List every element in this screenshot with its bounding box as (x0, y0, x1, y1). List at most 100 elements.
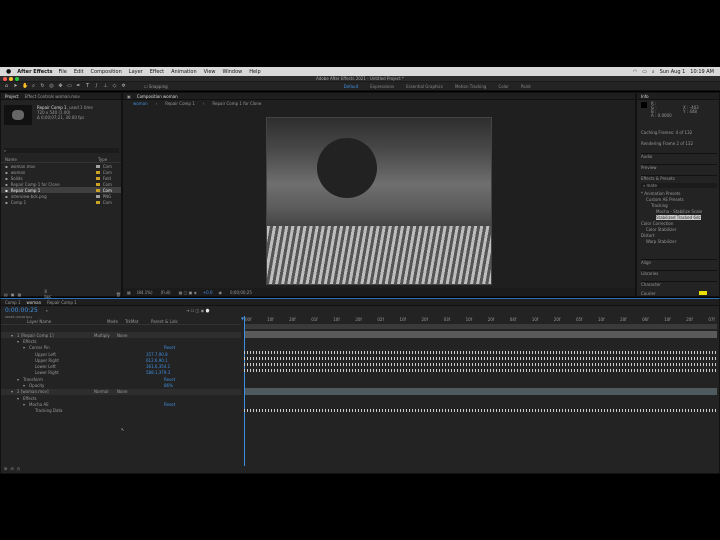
layer-mode[interactable]: Multiply (94, 333, 114, 338)
label-color-swatch[interactable] (95, 182, 100, 186)
disclosure-icon[interactable]: ▾ (23, 383, 26, 388)
layer-2-duration-bar[interactable] (245, 388, 717, 395)
column-mode[interactable]: Mode (107, 319, 125, 324)
column-type[interactable]: Type (98, 157, 107, 162)
disclosure-icon[interactable]: ▾ (11, 389, 14, 394)
column-layer-name[interactable]: Layer Name (27, 319, 107, 324)
type-tool-icon[interactable]: T (85, 83, 90, 89)
selection-tool-icon[interactable]: ➤ (13, 83, 18, 89)
character-panel-header[interactable]: Character (641, 281, 717, 287)
flow-repair-comp-1-for-clone[interactable]: Repair Comp 1 for Clone (212, 101, 261, 106)
menu-composition[interactable]: Composition (91, 69, 122, 75)
keyframe-track-upper-left[interactable] (244, 351, 717, 354)
project-item[interactable]: ▪ woman.mov Com (1, 163, 121, 169)
brush-tool-icon[interactable]: / (94, 83, 99, 89)
app-menu[interactable]: After Effects (17, 69, 52, 75)
preview-panel-header[interactable]: Preview (641, 164, 717, 170)
label-color-swatch[interactable] (95, 176, 100, 180)
zoom-dropdown[interactable]: (84.1%) (137, 290, 153, 295)
workspace-essential-graphics[interactable]: Essential Graphics (406, 84, 443, 89)
hand-tool-icon[interactable]: ✋ (22, 83, 28, 89)
timeline-tab-woman[interactable]: woman (27, 300, 42, 305)
tab-info[interactable]: Info (641, 94, 649, 99)
property-value[interactable]: 361.6,354.1 (146, 364, 170, 369)
home-icon[interactable]: ⌂ (4, 83, 9, 89)
time-ruler[interactable]: 00f 10f 20f 01f 10f 20f 02f 10f 20f 03f 10f 20f 04f 1… (245, 316, 715, 322)
project-item[interactable]: ▪ interview-bck.png PNG (1, 193, 121, 199)
layer-mode[interactable]: Normal (94, 389, 114, 394)
column-trkmat[interactable]: TrkMat (125, 319, 151, 324)
region-icon[interactable]: ▦ ▢ ▣ ◈ (179, 290, 197, 295)
new-folder-icon[interactable]: ▣ (11, 292, 15, 297)
eraser-tool-icon[interactable]: ◇ (112, 83, 117, 89)
toggle-modes-icon[interactable]: ⊟ (10, 466, 13, 471)
clone-tool-icon[interactable]: ⊥ (103, 83, 108, 89)
timeline-search-icon[interactable]: ⌕ (46, 308, 48, 313)
menu-view[interactable]: View (204, 69, 216, 75)
effects-search-input[interactable]: ⌕ mate (641, 183, 717, 188)
quality-dropdown[interactable]: (Full) (161, 290, 171, 295)
project-item[interactable]: ▪ woman Com (1, 169, 121, 175)
workspace-motion-tracking[interactable]: Motion Tracking (455, 84, 486, 89)
composition-lock-icon[interactable]: ▣ (127, 94, 131, 99)
menu-file[interactable]: File (58, 69, 66, 75)
timeline-tab-repair-comp-1[interactable]: Repair Comp 1 (47, 300, 77, 305)
label-color-swatch[interactable] (95, 194, 100, 198)
composition-viewer[interactable] (266, 117, 492, 285)
audio-panel-header[interactable]: Audio (641, 153, 717, 159)
keyframe-track-lower-left[interactable] (244, 363, 717, 366)
disclosure-icon[interactable]: ▾ (11, 333, 14, 338)
trash-icon[interactable]: 🗑 (116, 292, 121, 297)
render-time-icon[interactable]: ◴ (17, 466, 21, 471)
fill-color-swatch[interactable] (699, 291, 707, 295)
font-dropdown[interactable]: Courier (641, 291, 691, 296)
workspace-paint[interactable]: Paint (521, 84, 531, 89)
search-icon[interactable]: ⌕ (652, 69, 655, 75)
workspace-color[interactable]: Color (498, 84, 508, 89)
flow-woman[interactable]: woman (133, 101, 148, 106)
battery-icon[interactable]: ▭ (642, 69, 647, 75)
snapshot-icon[interactable]: ◉ (219, 290, 223, 295)
project-item[interactable]: ▪ Repair Comp 1 Com (1, 187, 121, 193)
property-value[interactable]: 612.6,90.1 (146, 358, 168, 363)
mask-tool-icon[interactable]: ▭ (67, 83, 72, 89)
property-value[interactable]: 86% (164, 383, 173, 388)
menu-animation[interactable]: Animation (171, 69, 197, 75)
layer-parent[interactable]: None (117, 333, 127, 338)
disclosure-icon[interactable]: ▾ (17, 377, 20, 382)
layer-row[interactable]: Tracking Data (1, 408, 241, 414)
column-name[interactable]: Name (5, 157, 95, 162)
project-item[interactable]: ▪ Solids Fold (1, 175, 121, 181)
layer-parent[interactable]: None (117, 389, 127, 394)
tab-project[interactable]: Project (5, 94, 19, 99)
tab-effect-controls[interactable]: Effect Controls woman.mov (25, 94, 80, 99)
disclosure-icon[interactable]: ▾ (17, 339, 20, 344)
current-time[interactable]: 0;00;00;25 (230, 290, 252, 295)
label-color-swatch[interactable] (95, 200, 100, 204)
layer-1-duration-bar[interactable] (245, 331, 717, 338)
property-value[interactable]: Reset (164, 402, 175, 407)
align-panel-header[interactable]: Align (641, 259, 717, 265)
project-item[interactable]: ▪ Repair Comp 1 for Clone Com (1, 181, 121, 187)
menu-layer[interactable]: Layer (129, 69, 143, 75)
libraries-panel-header[interactable]: Libraries (641, 270, 717, 276)
project-item[interactable]: ▪ Comp 1 Com (1, 199, 121, 205)
pan-tool-icon[interactable]: ✥ (58, 83, 63, 89)
effects-tree-item[interactable]: Warp Stabilizer (639, 239, 719, 245)
property-value[interactable]: 588.1,379.3 (146, 370, 170, 375)
new-comp-icon[interactable]: ▦ (18, 292, 22, 297)
keyframe-track-tracking-data[interactable] (244, 409, 717, 412)
timeline-tab-comp-1[interactable]: Comp 1 (5, 300, 21, 305)
label-color-swatch[interactable] (95, 170, 100, 174)
wifi-icon[interactable]: ◠ (633, 69, 637, 75)
menu-effect[interactable]: Effect (150, 69, 164, 75)
keyframe-track-lower-right[interactable] (244, 369, 717, 372)
interpret-footage-icon[interactable]: ▤ (4, 292, 8, 297)
disclosure-icon[interactable]: ▾ (17, 396, 20, 401)
project-search-input[interactable]: ⌕ (4, 148, 119, 153)
work-area-bar[interactable] (245, 324, 717, 329)
timeline-timecode[interactable]: 0:00:00:25 (5, 307, 38, 314)
rotate-tool-icon[interactable]: ↻ (40, 83, 45, 89)
toggle-switches-icon[interactable]: ⊞ (4, 466, 7, 471)
zoom-tool-icon[interactable]: ⌕ (31, 83, 36, 89)
